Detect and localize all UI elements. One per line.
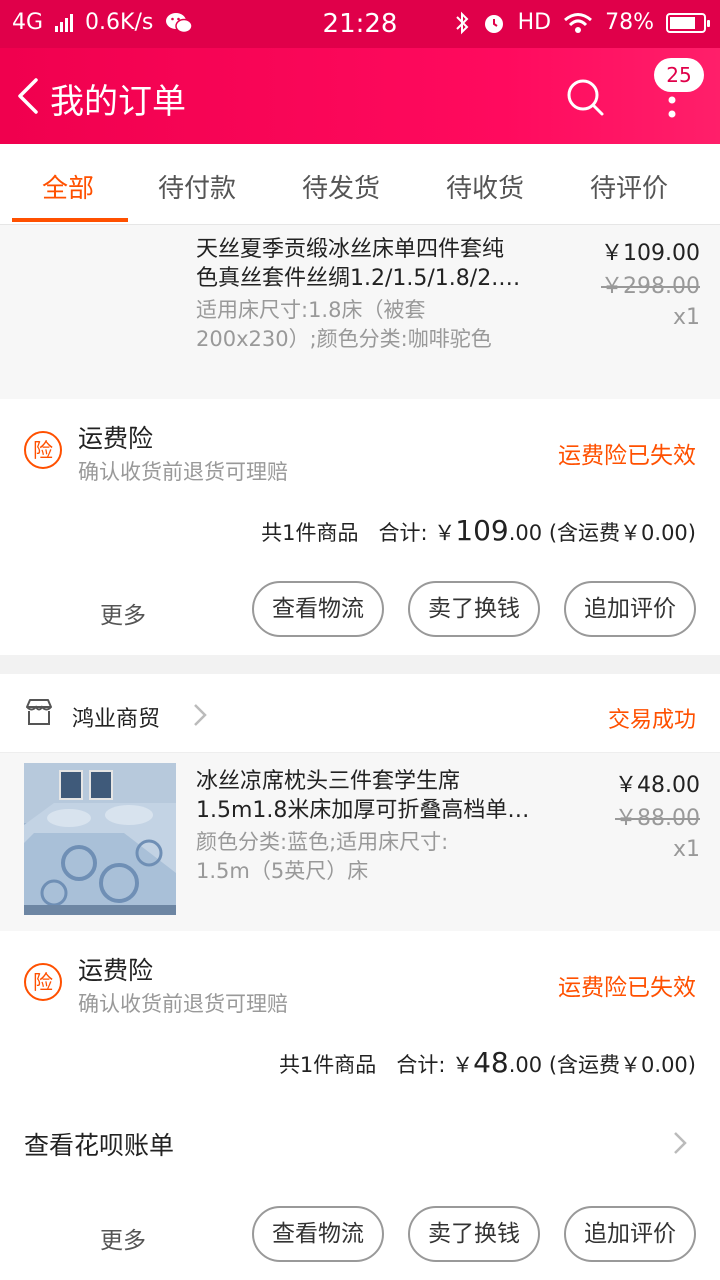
item-original-price: ￥88.00 [615, 806, 700, 831]
insurance-title: 运费险 [78, 424, 154, 453]
order-footer: 险 运费险 确认收货前退货可理赔 运费险已失效 共1件商品 合计: ￥48.00… [0, 931, 720, 1280]
item-title-line1: 天丝夏季贡缎冰丝床单四件套纯 [196, 237, 505, 262]
tab-all[interactable]: 全部 [42, 168, 94, 205]
page-title: 我的订单 [50, 82, 186, 122]
total-label: 合计: [396, 1053, 446, 1077]
shop-name: 鸿业商贸 [72, 707, 161, 732]
total-int: 109 [455, 514, 509, 547]
more-button[interactable]: 更多 [100, 1221, 146, 1255]
order-status: 交易成功 [607, 708, 696, 733]
tab-pending-shipment[interactable]: 待发货 [302, 168, 380, 205]
tab-pending-review[interactable]: 待评价 [590, 168, 668, 205]
item-sku-line2: 1.5m（5英尺）床 [196, 859, 369, 883]
shipping-fee: (含运费￥0.00) [548, 521, 696, 545]
total-int: 48 [473, 1046, 509, 1079]
item-price: ￥109.00 [601, 241, 700, 266]
total-dec: .00 [508, 1053, 543, 1077]
shop-icon [26, 699, 52, 725]
insurance-title: 运费险 [78, 956, 154, 985]
back-arrow-icon[interactable] [12, 76, 52, 116]
item-sku-line2: 200x230）;颜色分类:咖啡驼色 [196, 327, 492, 351]
insurance-icon: 险 [24, 431, 62, 469]
resell-button[interactable]: 卖了换钱 [408, 1206, 540, 1262]
view-logistics-button[interactable]: 查看物流 [252, 1206, 384, 1262]
insurance-subtitle: 确认收货前退货可理赔 [78, 460, 288, 484]
more-vertical-icon[interactable] [662, 86, 682, 126]
status-bar: 4G 0.6K/s 21:28 HD 78% [0, 0, 720, 48]
total-label: 合计: [378, 521, 428, 545]
item-title-line2: 色真丝套件丝绸1.2/1.5/1.8/2.… [196, 266, 521, 291]
huabei-bill-label: 查看花呗账单 [24, 1131, 175, 1160]
shop-row[interactable]: 鸿业商贸 交易成功 [0, 674, 720, 753]
add-review-button[interactable]: 追加评价 [564, 1206, 696, 1262]
battery-icon [666, 12, 710, 33]
total-dec: .00 [508, 521, 543, 545]
tab-pending-payment[interactable]: 待付款 [158, 168, 236, 205]
order-tabs: 全部 待付款 待发货 待收货 待评价 [0, 144, 720, 225]
alarm-icon [484, 14, 503, 33]
chevron-right-icon [674, 1132, 687, 1154]
item-title-line2: 1.5m1.8米床加厚可折叠高档单… [196, 798, 530, 823]
item-original-price: ￥298.00 [601, 274, 700, 299]
item-quantity: x1 [672, 305, 700, 330]
bluetooth-icon [455, 11, 469, 34]
order-item[interactable]: 天丝夏季贡缎冰丝床单四件套纯 色真丝套件丝绸1.2/1.5/1.8/2.… 适用… [0, 225, 720, 399]
add-review-button[interactable]: 追加评价 [564, 581, 696, 637]
item-sku-line1: 适用床尺寸:1.8床（被套 [196, 298, 426, 322]
hd-indicator: HD [517, 10, 552, 35]
item-price: ￥48.00 [615, 773, 700, 798]
search-icon[interactable] [566, 78, 606, 118]
item-count: 共1件商品 [261, 521, 359, 545]
more-button[interactable]: 更多 [100, 596, 146, 630]
huabei-bill-row[interactable]: 查看花呗账单 [0, 1103, 720, 1183]
message-badge: 25 [654, 58, 704, 92]
order-footer: 险 运费险 确认收货前退货可理赔 运费险已失效 共1件商品 合计: ￥109.0… [0, 399, 720, 655]
view-logistics-button[interactable]: 查看物流 [252, 581, 384, 637]
insurance-status: 运费险已失效 [558, 975, 696, 1001]
wifi-icon [564, 12, 593, 33]
resell-button[interactable]: 卖了换钱 [408, 581, 540, 637]
battery-percent: 78% [605, 10, 654, 35]
total-currency: ￥ [452, 1053, 474, 1077]
order-item[interactable]: 冰丝凉席枕头三件套学生席 1.5m1.8米床加厚可折叠高档单… 颜色分类:蓝色;… [0, 753, 720, 931]
item-sku-line1: 颜色分类:蓝色;适用床尺寸: [196, 830, 449, 854]
tab-underline [12, 218, 128, 222]
shipping-fee: (含运费￥0.00) [548, 1053, 696, 1077]
insurance-subtitle: 确认收货前退货可理赔 [78, 992, 288, 1016]
insurance-icon: 险 [24, 963, 62, 1001]
item-quantity: x1 [672, 837, 700, 862]
item-title-line1: 冰丝凉席枕头三件套学生席 [196, 769, 461, 794]
app-header: 我的订单 [0, 48, 720, 144]
chevron-right-icon [194, 704, 207, 726]
item-count: 共1件商品 [278, 1053, 377, 1077]
total-currency: ￥ [434, 521, 456, 545]
insurance-status: 运费险已失效 [558, 443, 696, 469]
order-summary: 共1件商品 合计: ￥48.00 (含运费￥0.00) [279, 1046, 696, 1079]
product-thumbnail [24, 763, 176, 915]
order-summary: 共1件商品 合计: ￥109.00 (含运费￥0.00) [261, 514, 696, 547]
tab-pending-receipt[interactable]: 待收货 [446, 168, 524, 205]
